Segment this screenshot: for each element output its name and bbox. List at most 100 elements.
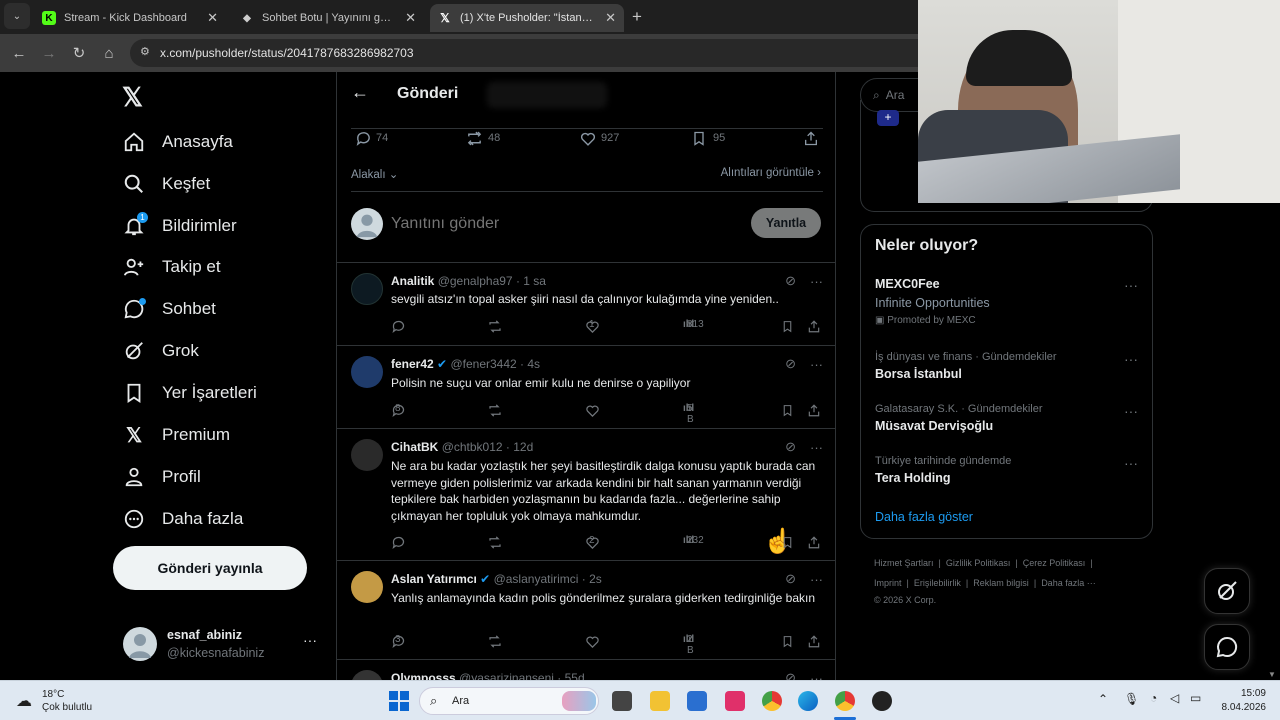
reply-button[interactable]: 8 — [391, 403, 406, 418]
forward-icon[interactable]: → — [34, 38, 64, 68]
nav-item-premium[interactable]: 𝕏 Premium — [122, 417, 230, 453]
reply-tweet[interactable]: CihatBK @chtbk012 · 12d ⊘ ··· Ne ara bu k… — [337, 428, 835, 560]
more-icon[interactable]: ··· — [303, 632, 317, 648]
browser-tab-kick[interactable]: K Stream - Kick Dashboard ✕ — [34, 4, 226, 32]
author-handle[interactable]: @fener3442 — [450, 357, 516, 371]
store-icon[interactable] — [687, 691, 707, 711]
like-stat[interactable]: 927 — [579, 130, 619, 147]
bookmark-stat[interactable]: 95 — [691, 130, 725, 147]
reply-tweet[interactable]: Aslan Yatırımcı ✔ @aslanyatirimci · 2s ⊘… — [337, 560, 835, 659]
speaker-icon[interactable]: ◁ — [1170, 691, 1179, 705]
more-icon[interactable]: ··· — [1124, 455, 1138, 471]
scroll-down-arrow[interactable]: ▼ — [1268, 670, 1276, 679]
author-name[interactable]: Aslan Yatırımcı — [391, 572, 477, 586]
like-button[interactable] — [585, 634, 600, 649]
more-icon[interactable]: ··· — [1124, 403, 1138, 419]
weather-icon[interactable]: ☁ — [16, 691, 32, 711]
author-name[interactable]: Analitik — [391, 274, 434, 288]
footer-link[interactable]: Imprint — [874, 578, 902, 588]
repost-icon[interactable] — [487, 535, 503, 550]
app-icon[interactable] — [725, 691, 745, 711]
reply-tweet[interactable]: Analitik @genalpha97 · 1 sa ⊘ ··· sevgili… — [337, 262, 835, 345]
reply-tweet[interactable]: fener42 ✔ @fener3442 · 4s ⊘ ··· Polisin n… — [337, 345, 835, 428]
back-icon[interactable]: ← — [4, 38, 34, 68]
more-icon[interactable]: ··· — [810, 671, 823, 681]
author-name[interactable]: CihatBK — [391, 440, 438, 454]
tweet-time[interactable]: · 55d — [557, 671, 584, 680]
new-tab-icon[interactable]: + — [632, 7, 642, 27]
tweet-time[interactable]: · 1 sa — [516, 274, 546, 288]
bookmark-icon[interactable] — [781, 535, 794, 550]
reply-input[interactable] — [391, 210, 731, 238]
author-handle[interactable]: @aslanyatirimci — [494, 572, 579, 586]
show-more-link[interactable]: Daha fazla göster — [875, 510, 973, 524]
like-button[interactable] — [585, 403, 600, 418]
like-button[interactable]: 1 — [585, 319, 600, 334]
task-view-icon[interactable] — [612, 691, 632, 711]
more-icon[interactable]: ··· — [810, 572, 823, 587]
trend-item[interactable]: Türkiye tarihinde gündemde Tera Holding — [875, 455, 1011, 485]
author-name[interactable]: Olymposss — [391, 671, 456, 680]
more-icon[interactable]: ··· — [810, 440, 823, 455]
battery-icon[interactable]: ▭ — [1190, 691, 1201, 705]
nav-item-explore[interactable]: Keşfet — [122, 166, 210, 202]
nav-item-notifications[interactable]: 1 Bildirimler — [122, 208, 237, 244]
chrome-icon[interactable] — [762, 691, 782, 711]
back-arrow-icon[interactable]: ← — [351, 82, 369, 103]
repost-icon[interactable] — [487, 634, 503, 649]
author-name[interactable]: fener42 — [391, 357, 434, 371]
messages-fab[interactable] — [1204, 624, 1250, 670]
footer-more-link[interactable]: Daha fazla ··· — [1041, 578, 1096, 588]
clock-date[interactable]: 8.04.2026 — [1210, 702, 1267, 713]
nav-item-more[interactable]: Daha fazla — [122, 501, 243, 537]
share-icon[interactable] — [807, 319, 821, 334]
reply-icon[interactable] — [391, 319, 406, 334]
share-icon[interactable] — [807, 535, 821, 550]
footer-link[interactable]: Reklam bilgisi — [973, 578, 1029, 588]
nav-item-profile[interactable]: Profil — [122, 459, 201, 495]
chevron-up-icon[interactable]: ⌃ — [1098, 692, 1108, 706]
reply-tweet[interactable]: Olymposss @yasarizinanseni · 55d ⊘ ··· — [337, 659, 835, 681]
microphone-icon[interactable]: 🎙 — [1124, 692, 1139, 706]
footer-link[interactable]: Gizlilik Politikası — [946, 558, 1011, 568]
more-icon[interactable]: ··· — [1124, 351, 1138, 367]
site-info-icon[interactable]: ⚙ — [140, 45, 150, 58]
reload-icon[interactable]: ↻ — [64, 38, 94, 68]
more-icon[interactable]: ··· — [1124, 277, 1138, 293]
trend-item[interactable]: Galatasaray S.K. · Gündemdekiler Müsavat … — [875, 403, 1043, 433]
taskbar-search[interactable]: ⌕ Ara — [419, 687, 599, 715]
account-switcher[interactable]: esnaf_abiniz @kickesnafabiniz ··· — [113, 618, 325, 668]
browser-tab-bot[interactable]: ◆ Sohbet Botu | Yayınını güçlendir ✕ — [232, 4, 424, 32]
footer-link[interactable]: Çerez Politikası — [1023, 558, 1086, 568]
like-button[interactable]: 2 — [585, 535, 600, 550]
tweet-time[interactable]: · 2s — [582, 572, 602, 586]
author-handle[interactable]: @genalpha97 — [438, 274, 513, 288]
share-icon[interactable] — [803, 130, 819, 147]
promoted-trend[interactable]: MEXC0Fee Infinite Opportunities ▣ Promot… — [875, 277, 1125, 326]
bookmark-icon[interactable] — [781, 403, 794, 418]
footer-link[interactable]: Hizmet Şartları — [874, 558, 934, 568]
grok-icon[interactable]: ⊘ — [785, 356, 796, 372]
file-explorer-icon[interactable] — [650, 691, 670, 711]
x-logo-icon[interactable]: 𝕏 — [122, 82, 143, 113]
tab-search-button[interactable]: ⌄ — [4, 3, 30, 29]
trend-item[interactable]: İş dünyası ve finans · Gündemdekiler Bors… — [875, 351, 1057, 381]
chrome-active-icon[interactable] — [835, 691, 855, 711]
close-tab-icon[interactable]: ✕ — [207, 10, 218, 26]
nav-item-chat[interactable]: Sohbet — [122, 291, 216, 327]
bookmark-icon[interactable] — [781, 319, 794, 334]
reply-icon[interactable] — [391, 535, 406, 550]
reply-stat[interactable]: 74 — [355, 130, 388, 147]
grok-icon[interactable]: ⊘ — [785, 439, 796, 455]
nav-item-follow[interactable]: Takip et — [122, 249, 221, 285]
wifi-icon[interactable]: ◔ — [1150, 691, 1157, 705]
repost-stat[interactable]: 48 — [465, 130, 500, 147]
close-tab-icon[interactable]: ✕ — [605, 10, 616, 26]
clock-time[interactable]: 15:09 — [1222, 688, 1266, 699]
grok-icon[interactable]: ⊘ — [785, 273, 796, 289]
grok-fab[interactable] — [1204, 568, 1250, 614]
bookmark-icon[interactable] — [781, 634, 794, 649]
tweet-time[interactable]: · 12d — [506, 440, 533, 454]
windows-start-icon[interactable] — [389, 691, 409, 711]
edge-icon[interactable] — [798, 691, 818, 711]
